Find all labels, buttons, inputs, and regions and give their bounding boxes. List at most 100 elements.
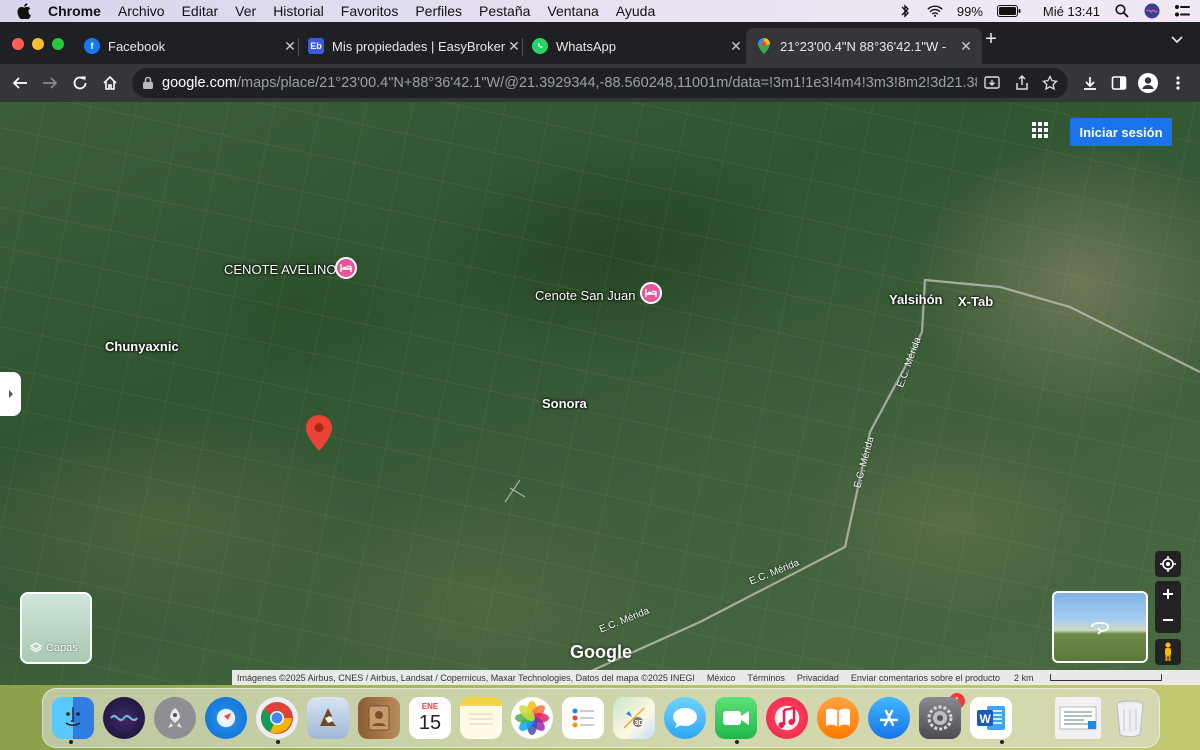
preview-icon[interactable] <box>307 697 349 739</box>
share-icon[interactable] <box>1014 75 1030 91</box>
my-location-button[interactable] <box>1155 551 1181 577</box>
safari-icon[interactable] <box>205 697 247 739</box>
calendar-day: 15 <box>418 712 442 734</box>
bookmark-star-icon[interactable] <box>1042 75 1058 91</box>
google-maps-icon <box>756 38 772 54</box>
maps-icon[interactable]: 3D <box>613 697 655 739</box>
tab-separator <box>298 38 299 56</box>
close-tab-icon[interactable]: ✕ <box>282 38 298 54</box>
location-pin-icon[interactable] <box>306 415 332 451</box>
menu-favoritos[interactable]: Favoritos <box>341 3 399 19</box>
zoom-in-button[interactable] <box>1155 581 1181 607</box>
menu-app-name[interactable]: Chrome <box>48 3 101 19</box>
place-label-sonora[interactable]: Sonora <box>542 396 587 411</box>
chrome-icon[interactable] <box>256 697 298 739</box>
tab-facebook[interactable]: f Facebook ✕ <box>76 28 306 64</box>
terms-link[interactable]: Términos <box>747 673 785 683</box>
address-bar[interactable]: google.com/maps/place/21°23'00.4"N+88°36… <box>132 68 1068 98</box>
menu-archivo[interactable]: Archivo <box>118 3 165 19</box>
siri-icon[interactable] <box>103 697 145 739</box>
battery-icon[interactable] <box>996 4 1021 18</box>
imagery-attribution[interactable]: Imágenes ©2025 Airbus, CNES / Airbus, La… <box>237 673 695 683</box>
place-label-cenote-avelino[interactable]: CENOTE AVELINO <box>224 262 336 277</box>
close-tab-icon[interactable]: ✕ <box>728 38 744 54</box>
menubar-clock[interactable]: Mié 13:41 <box>1043 4 1100 19</box>
tab-title: 21°23'00.4"N 88°36'42.1"W - <box>780 38 947 54</box>
screenshot-thumbnail-icon[interactable] <box>1055 697 1101 739</box>
photos-icon[interactable] <box>511 697 553 739</box>
hotel-poi-icon[interactable] <box>335 257 357 279</box>
feedback-link[interactable]: Enviar comentarios sobre el producto <box>851 673 1000 683</box>
facetime-icon[interactable] <box>715 697 757 739</box>
forward-arrow-icon[interactable] <box>40 73 60 93</box>
system-preferences-icon[interactable] <box>919 697 961 739</box>
tab-google-maps[interactable]: 21°23'00.4"N 88°36'42.1"W - ✕ <box>746 28 982 64</box>
chrome-menu-icon[interactable] <box>1168 73 1188 93</box>
bluetooth-icon[interactable] <box>897 4 913 18</box>
side-panel-icon[interactable] <box>1109 73 1129 93</box>
finder-icon[interactable] <box>52 697 94 739</box>
layers-text: Capas <box>46 642 78 654</box>
home-icon[interactable] <box>100 73 120 93</box>
place-label-x-tab[interactable]: X-Tab <box>958 294 993 309</box>
place-label-chunyaxnic[interactable]: Chunyaxnic <box>105 339 179 354</box>
tab-easybroker[interactable]: Eb Mis propiedades | EasyBroker ✕ <box>300 28 530 64</box>
apple-menu-icon[interactable] <box>14 3 34 19</box>
calendar-month: ENE <box>421 702 439 711</box>
country-link[interactable]: México <box>707 673 736 683</box>
zoom-out-button[interactable] <box>1155 607 1181 633</box>
place-label-yalsihon[interactable]: Yalsihón <box>889 292 942 307</box>
crosshair-icon <box>1160 556 1176 572</box>
maximize-window-button[interactable] <box>52 38 64 50</box>
messages-icon[interactable] <box>664 697 706 739</box>
layers-button[interactable]: Capas <box>20 592 92 664</box>
spotlight-search-icon[interactable] <box>1114 4 1130 18</box>
hotel-poi-icon[interactable] <box>640 282 662 304</box>
pegman-street-view-icon[interactable] <box>1155 639 1181 665</box>
contacts-icon[interactable] <box>358 697 400 739</box>
satellite-map[interactable]: E.C. Mérida E.C. Mérida E.C. Mérida E.C.… <box>0 102 1200 685</box>
sign-in-button[interactable]: Iniciar sesión <box>1070 118 1172 146</box>
place-label-cenote-san-juan[interactable]: Cenote San Juan <box>535 288 635 303</box>
site-info-icon[interactable] <box>142 76 156 90</box>
menu-ayuda[interactable]: Ayuda <box>616 3 655 19</box>
menu-editar[interactable]: Editar <box>182 3 219 19</box>
music-icon[interactable] <box>766 697 808 739</box>
trash-icon[interactable] <box>1109 697 1151 739</box>
tab-whatsapp[interactable]: WhatsApp ✕ <box>524 28 752 64</box>
downloads-icon[interactable] <box>1080 73 1100 93</box>
control-center-icon[interactable] <box>1174 4 1190 18</box>
menu-historial[interactable]: Historial <box>273 3 324 19</box>
scale-bar[interactable]: 2 km <box>1014 673 1174 683</box>
new-tab-icon[interactable]: + <box>982 29 1000 49</box>
google-apps-grid-icon[interactable] <box>1031 121 1051 141</box>
profile-avatar-icon[interactable] <box>1138 73 1158 93</box>
svg-text:3D: 3D <box>635 720 644 727</box>
launchpad-icon[interactable] <box>154 697 196 739</box>
street-view-preview[interactable] <box>1052 591 1148 663</box>
menu-pestana[interactable]: Pestaña <box>479 3 530 19</box>
calendar-icon[interactable]: ENE 15 <box>409 697 451 739</box>
back-arrow-icon[interactable] <box>10 73 30 93</box>
url-text[interactable]: google.com/maps/place/21°23'00.4"N+88°36… <box>162 75 977 91</box>
close-tab-icon[interactable]: ✕ <box>958 38 974 54</box>
app-store-icon[interactable] <box>868 697 910 739</box>
books-icon[interactable] <box>817 697 859 739</box>
word-icon[interactable]: W <box>970 697 1012 739</box>
menu-perfiles[interactable]: Perfiles <box>415 3 462 19</box>
tab-search-chevron-icon[interactable] <box>1170 32 1186 48</box>
privacy-link[interactable]: Privacidad <box>797 673 839 683</box>
wifi-icon[interactable] <box>927 4 943 18</box>
siri-menubar-icon[interactable] <box>1144 3 1160 19</box>
close-tab-icon[interactable]: ✕ <box>506 38 522 54</box>
reload-icon[interactable] <box>70 73 90 93</box>
reminders-icon[interactable] <box>562 697 604 739</box>
menu-ver[interactable]: Ver <box>235 3 256 19</box>
install-app-icon[interactable] <box>984 75 1000 91</box>
menu-ventana[interactable]: Ventana <box>547 3 598 19</box>
close-window-button[interactable] <box>12 38 24 50</box>
expand-side-panel-button[interactable] <box>0 372 21 416</box>
notes-icon[interactable] <box>460 697 502 739</box>
minimize-window-button[interactable] <box>32 38 44 50</box>
map-attribution-bar: Imágenes ©2025 Airbus, CNES / Airbus, La… <box>232 670 1200 685</box>
